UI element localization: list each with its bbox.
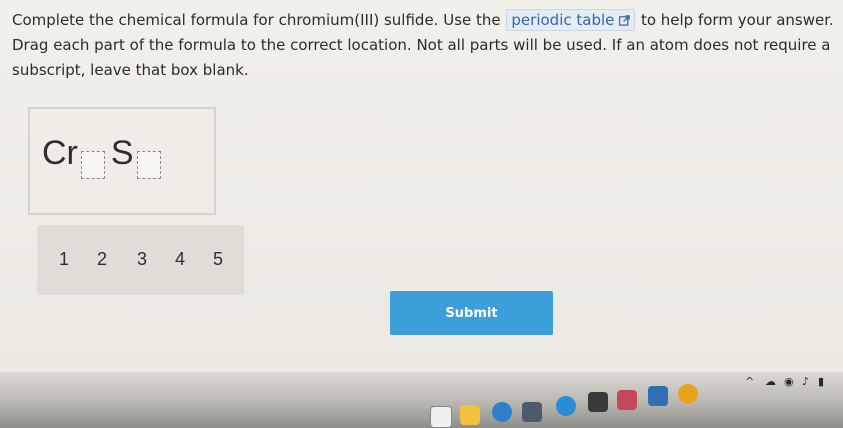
chromium-subscript-drop-slot[interactable]: [80, 151, 105, 179]
wifi-icon[interactable]: ◉: [784, 375, 794, 388]
draggable-number-2[interactable]: 2: [97, 249, 107, 270]
instruction-text-start: Complete the chemical formula for chromi…: [12, 11, 501, 29]
element-chromium: Cr: [42, 134, 78, 172]
office-icon[interactable]: [617, 390, 637, 410]
periodic-table-link[interactable]: periodic table: [506, 9, 636, 31]
formula-answer-box: Cr S: [28, 107, 216, 215]
question-page: Complete the chemical formula for chromi…: [0, 0, 843, 372]
draggable-options-tray: 1 2 3 4 5: [37, 225, 244, 295]
browser-icon[interactable]: [492, 402, 512, 422]
chrome-icon[interactable]: [556, 396, 576, 416]
element-sulfur: S: [110, 134, 134, 172]
file-explorer-icon[interactable]: [430, 406, 452, 428]
draggable-number-4[interactable]: 4: [175, 249, 185, 270]
sulfur-subscript-drop-slot[interactable]: [136, 151, 161, 179]
draggable-number-1[interactable]: 1: [59, 249, 69, 270]
taskbar: ^ ☁ ◉ ♪ ▮: [0, 372, 843, 428]
submit-button[interactable]: Submit: [390, 291, 553, 335]
instruction-line-2: Drag each part of the formula to the cor…: [12, 36, 831, 79]
instruction-text-end: to help form your answer.: [640, 11, 834, 29]
calendar-icon[interactable]: [588, 392, 608, 412]
cloud-icon[interactable]: ☁: [765, 375, 776, 388]
periodic-table-link-label: periodic table: [511, 11, 615, 29]
calculator-icon[interactable]: [522, 402, 542, 422]
draggable-number-5[interactable]: 5: [213, 249, 223, 270]
external-link-icon: [619, 15, 630, 26]
folder-icon[interactable]: [460, 405, 480, 425]
chevron-up-icon[interactable]: ^: [745, 375, 754, 388]
formula-row: Cr S: [42, 133, 167, 183]
volume-icon[interactable]: ♪: [802, 375, 809, 388]
shield-icon[interactable]: [678, 384, 698, 404]
instruction-line-1: Complete the chemical formula for chromi…: [12, 8, 834, 33]
battery-icon[interactable]: ▮: [818, 375, 824, 388]
stocks-icon[interactable]: [648, 386, 668, 406]
draggable-number-3[interactable]: 3: [137, 249, 147, 270]
question-instructions: Complete the chemical formula for chromi…: [12, 8, 834, 83]
